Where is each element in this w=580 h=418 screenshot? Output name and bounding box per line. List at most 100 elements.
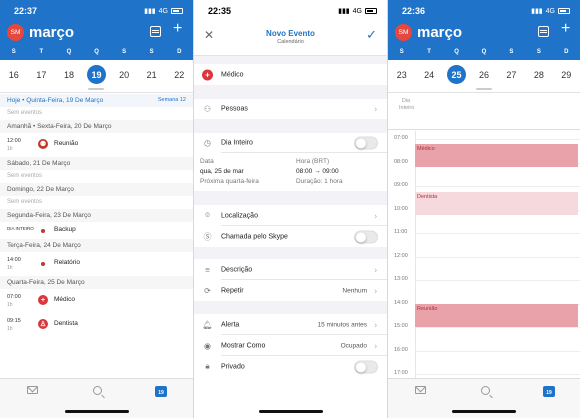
date-number: 25 xyxy=(451,70,462,80)
weekday-label: Q xyxy=(94,49,99,55)
avatar[interactable]: SM xyxy=(7,24,24,41)
date-cell[interactable]: 20 xyxy=(110,60,138,92)
hour-label: 13:00 xyxy=(394,276,408,282)
drag-handle[interactable] xyxy=(88,88,104,90)
date-number: 18 xyxy=(63,70,74,80)
hour-line xyxy=(415,186,580,187)
date-time-block: Data qua, 25 de mar Próxima quarta-feira… xyxy=(194,153,387,191)
date-cell[interactable]: 27 xyxy=(498,60,525,92)
skype-row[interactable]: Ⓢ Chamada pelo Skype xyxy=(194,226,387,247)
avatar[interactable]: SM xyxy=(395,24,412,41)
event-duration: 1h xyxy=(7,265,13,271)
signal-icon: ▮▮▮ xyxy=(531,8,543,15)
show-as-row[interactable]: ◉ Mostrar Como Ocupado › xyxy=(194,335,387,356)
agenda-event[interactable]: 09:15 1h ♙ Dentista xyxy=(0,313,193,337)
weekday-label: S xyxy=(536,49,541,55)
drag-handle[interactable] xyxy=(476,88,492,90)
people-row[interactable]: ⚇ Pessoas › xyxy=(194,99,387,119)
mail-tab-icon[interactable] xyxy=(25,386,39,397)
event-title: Médico xyxy=(54,296,75,303)
all-day-area[interactable]: Dia Inteiro xyxy=(388,93,580,130)
day-header-text: Quarta-Feira, 25 De Março xyxy=(7,279,85,286)
event-time: 07:00 xyxy=(7,294,21,300)
event-title-field[interactable]: Médico xyxy=(221,71,244,78)
event-duration: 1h xyxy=(7,326,13,332)
search-tab-icon[interactable] xyxy=(90,386,104,397)
weekday-row: STQQSSD xyxy=(0,44,193,60)
event-title-row[interactable]: + Médico xyxy=(194,64,387,85)
agenda-event[interactable]: 12:00 1h ⚉ Reunião xyxy=(0,133,193,157)
home-indicator xyxy=(64,410,129,413)
phone-agenda-view: 22:37 ▮▮▮ 4G SM março + S T Q Q S S D 16 17 18 19… xyxy=(0,0,193,418)
location-row[interactable]: ⌾ Localização › xyxy=(194,205,387,226)
month-title[interactable]: março xyxy=(29,24,74,41)
date-cell[interactable]: 29 xyxy=(553,60,580,92)
calendar-header: SM março + xyxy=(0,21,193,44)
day-header-text: Terça-Feira, 24 De Março xyxy=(7,242,81,249)
date-cell[interactable]: 23 xyxy=(388,60,415,92)
description-row[interactable]: ≡ Descrição › xyxy=(194,259,387,280)
repeat-row[interactable]: ⟳ Repetir Nenhum › xyxy=(194,280,387,301)
status-icons: ▮▮▮ 4G xyxy=(531,7,570,15)
add-event-icon[interactable]: + xyxy=(561,21,570,37)
day-header-text: Sábado, 21 De Março xyxy=(7,160,71,167)
day-event-block[interactable]: Reunião xyxy=(415,303,578,327)
date-cell[interactable]: 17 xyxy=(28,60,56,92)
skype-icon: Ⓢ xyxy=(203,232,212,241)
phone-day-view: 22:36 ▮▮▮ 4G SM março + S T Q Q S S D 23 24 25 26… xyxy=(388,0,580,418)
date-cell[interactable]: 25 xyxy=(443,60,470,92)
hour-line xyxy=(415,139,580,140)
view-switch-icon[interactable] xyxy=(538,26,549,39)
save-check-icon[interactable]: ✓ xyxy=(366,27,377,43)
calendar-tab-icon[interactable]: 19 xyxy=(542,386,556,397)
private-row[interactable]: 🔒︎ Privado xyxy=(194,356,387,377)
all-day-toggle[interactable] xyxy=(354,136,378,150)
all-day-row[interactable]: ◷ Dia Inteiro xyxy=(194,133,387,153)
date-number: 19 xyxy=(91,70,102,80)
form-subtitle[interactable]: Calendário xyxy=(194,39,387,45)
form-title: Novo Evento xyxy=(266,29,315,38)
date-cell[interactable]: 28 xyxy=(525,60,552,92)
alert-label: Alerta xyxy=(221,321,240,328)
day-event-block[interactable]: Médico xyxy=(415,143,578,168)
view-switch-icon[interactable] xyxy=(150,26,161,39)
time-grid[interactable]: 07:00 08:00 09:00 10:00 11:00 12:00 13:00 14:00… xyxy=(388,131,580,378)
alert-row[interactable]: 🔔︎ Alerta 15 minutos antes › xyxy=(194,314,387,335)
date-cell[interactable]: 16 xyxy=(0,60,28,92)
date-cell[interactable]: 21 xyxy=(138,60,166,92)
tab-bar: 19 xyxy=(388,378,580,418)
search-tab-icon[interactable] xyxy=(478,386,492,397)
chevron-right-icon: › xyxy=(374,265,377,274)
date-column[interactable]: Data qua, 25 de mar Próxima quarta-feira xyxy=(200,157,259,187)
skype-toggle[interactable] xyxy=(354,230,378,243)
show-as-label: Mostrar Como xyxy=(221,342,266,349)
mail-tab-icon[interactable] xyxy=(413,386,427,397)
day-event-block[interactable]: Dentista xyxy=(415,191,578,216)
status-icons: ▮▮▮ 4G xyxy=(338,7,377,15)
date-next: Próxima quarta-feira xyxy=(200,178,259,185)
agenda-list[interactable]: Hoje • Quinta-Feira, 19 De Março Semana 1… xyxy=(0,94,193,337)
date-number: 23 xyxy=(396,70,407,80)
agenda-event[interactable]: 07:00 1h + Médico xyxy=(0,289,193,313)
event-time: 12:00 xyxy=(7,138,21,144)
group-icon: ⚉ xyxy=(38,139,48,149)
hour-label: 07:00 xyxy=(394,135,408,141)
agenda-event[interactable]: 14:00 1h Relatório xyxy=(0,252,193,276)
hour-line xyxy=(415,280,580,281)
event-color-dot xyxy=(41,229,45,233)
date-cell[interactable]: 24 xyxy=(415,60,442,92)
private-toggle[interactable] xyxy=(354,360,378,373)
date-cell[interactable]: 22 xyxy=(165,60,193,92)
form-nav-bar: ✕ Novo Evento Calendário ✓ xyxy=(194,22,387,56)
date-cell[interactable]: 18 xyxy=(55,60,83,92)
calendar-tab-icon[interactable]: 19 xyxy=(154,386,168,397)
hour-label: 12:00 xyxy=(394,252,408,259)
date-number: 26 xyxy=(478,70,489,80)
bottom-spacer xyxy=(194,377,387,418)
agenda-event[interactable]: DIA INTEIRO Backup xyxy=(0,222,193,239)
weekday-label: S xyxy=(509,49,514,55)
month-title[interactable]: março xyxy=(417,24,462,41)
time-column[interactable]: Hora (BRT) 08:00 → 09:00 Duração: 1 hora xyxy=(296,157,343,187)
add-event-icon[interactable]: + xyxy=(173,21,182,37)
weekday-label: D xyxy=(564,49,569,55)
